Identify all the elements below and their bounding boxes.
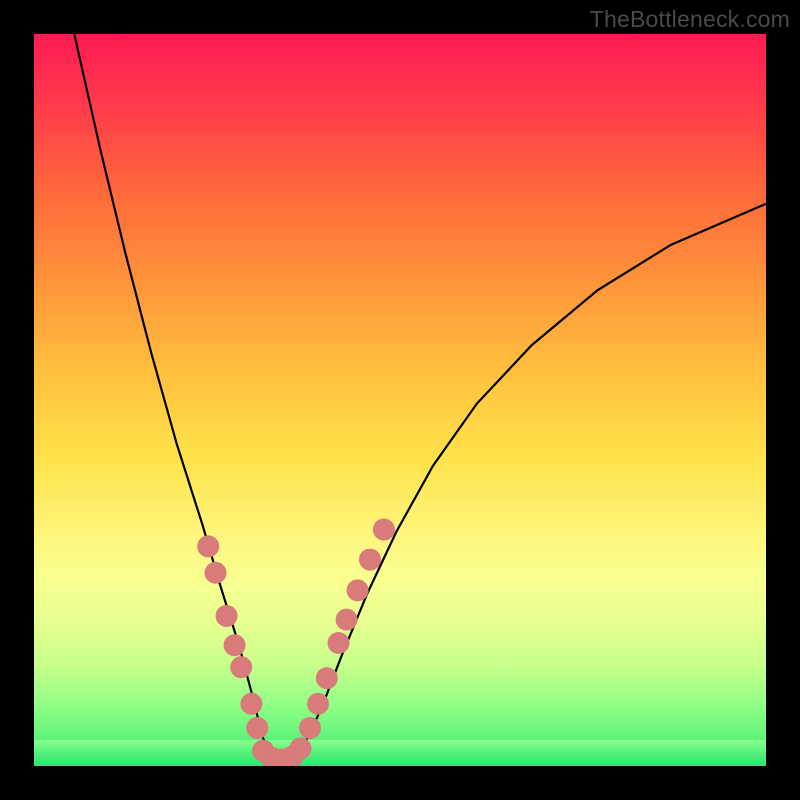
- highlight-dot: [347, 579, 369, 601]
- highlight-dot: [307, 693, 329, 715]
- watermark-text: TheBottleneck.com: [590, 6, 790, 33]
- highlight-dot: [336, 609, 358, 631]
- highlight-dot: [205, 562, 227, 584]
- highlight-dot: [240, 693, 262, 715]
- chart-svg: [34, 34, 766, 766]
- highlight-dot: [373, 519, 395, 541]
- chart-frame: TheBottleneck.com: [0, 0, 800, 800]
- plot-area: [34, 34, 766, 766]
- highlight-dot: [224, 634, 246, 656]
- highlight-dot: [230, 656, 252, 678]
- highlight-dot: [289, 737, 311, 759]
- highlight-dot-layer: [197, 519, 395, 766]
- highlight-dot: [197, 535, 219, 557]
- highlight-dot: [316, 667, 338, 689]
- bottleneck-curve: [74, 34, 766, 759]
- highlight-dot: [216, 605, 238, 627]
- highlight-dot: [299, 717, 321, 739]
- highlight-dot: [359, 549, 381, 571]
- highlight-dot: [246, 717, 268, 739]
- highlight-dot: [328, 632, 350, 654]
